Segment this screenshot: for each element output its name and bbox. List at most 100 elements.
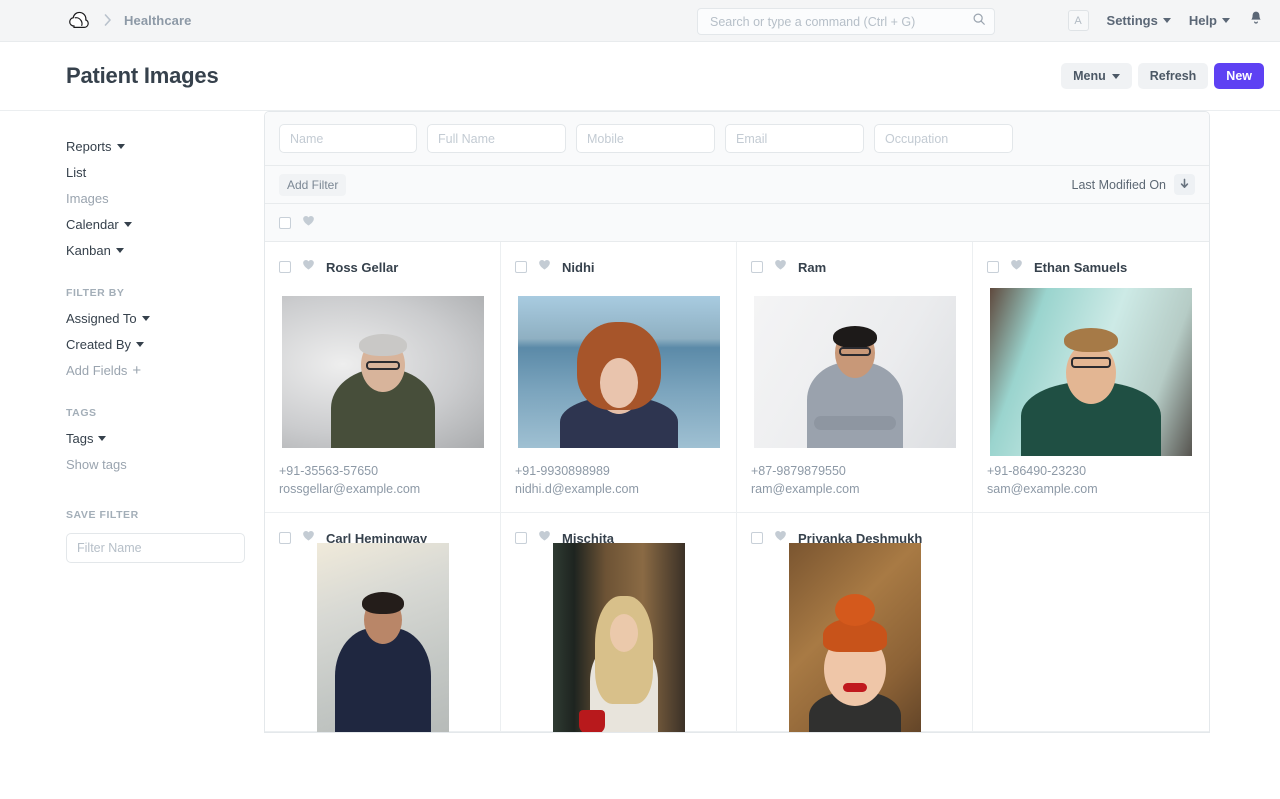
card-image-wrap — [265, 278, 500, 462]
sort-selector[interactable]: Last Modified On — [1072, 178, 1167, 192]
card-title[interactable]: Ross Gellar — [326, 260, 398, 275]
card-checkbox[interactable] — [751, 261, 763, 273]
filter-name-input[interactable] — [66, 533, 245, 563]
image-grid-row-2: Carl Hemingway Mischita — [265, 513, 1209, 732]
patient-photo[interactable] — [990, 288, 1192, 456]
image-card[interactable]: Ross Gellar +91-35563-57650 rossgellar@e… — [265, 242, 501, 513]
sidebar: Reports List Images Calendar Kanban FILT… — [0, 111, 264, 799]
sidebar-filter-assigned-to[interactable]: Assigned To — [66, 311, 150, 326]
heart-icon[interactable] — [302, 258, 315, 276]
chevron-down-icon — [116, 248, 124, 253]
image-card[interactable]: Mischita — [501, 513, 737, 732]
notification-bell-icon[interactable] — [1248, 10, 1264, 31]
filter-full-name-field[interactable] — [427, 124, 566, 153]
card-checkbox[interactable] — [279, 532, 291, 544]
sidebar-tags-dropdown[interactable]: Tags — [66, 431, 106, 446]
card-title[interactable]: Ethan Samuels — [1034, 260, 1127, 275]
patient-photo[interactable] — [518, 296, 720, 448]
page-actions: Menu Refresh New — [1061, 63, 1264, 90]
card-checkbox[interactable] — [515, 261, 527, 273]
breadcrumb-healthcare[interactable]: Healthcare — [124, 13, 191, 28]
filter-occupation-field[interactable] — [874, 124, 1013, 153]
show-tags-button[interactable]: Show tags — [66, 457, 127, 472]
settings-menu[interactable]: Settings — [1107, 13, 1171, 28]
select-all-row — [265, 204, 1209, 242]
card-title[interactable]: Ram — [798, 260, 826, 275]
heart-icon[interactable] — [538, 529, 551, 547]
avatar[interactable]: A — [1068, 10, 1089, 31]
card-email: nidhi.d@example.com — [515, 480, 722, 498]
menu-button-label: Menu — [1073, 70, 1106, 83]
arrow-down-icon — [1179, 176, 1190, 194]
patient-photo[interactable] — [282, 296, 484, 448]
card-mobile: +91-86490-23230 — [987, 462, 1195, 480]
card-meta: +91-86490-23230 sam@example.com — [973, 462, 1209, 498]
image-card[interactable]: Nidhi +91-9930898989 nidhi.d@example.com — [501, 242, 737, 513]
card-checkbox[interactable] — [987, 261, 999, 273]
select-all-checkbox[interactable] — [279, 217, 291, 229]
heart-icon[interactable] — [1010, 258, 1023, 276]
heart-icon[interactable] — [538, 258, 551, 276]
tags-heading: TAGS — [66, 407, 264, 419]
heart-icon[interactable] — [774, 529, 787, 547]
add-filter-button[interactable]: Add Filter — [279, 174, 346, 196]
card-title[interactable]: Nidhi — [562, 260, 595, 275]
add-fields-button[interactable]: Add Fields + — [66, 363, 141, 378]
card-header: Ethan Samuels — [973, 242, 1209, 278]
filter-by-heading: FILTER BY — [66, 287, 264, 299]
card-email: ram@example.com — [751, 480, 958, 498]
card-checkbox[interactable] — [515, 532, 527, 544]
image-card[interactable]: Ram +87-9879879550 ram@example. — [737, 242, 973, 513]
patient-photo[interactable] — [789, 543, 921, 734]
image-grid-row-1: Ross Gellar +91-35563-57650 rossgellar@e… — [265, 242, 1209, 513]
search-box[interactable] — [697, 8, 995, 35]
add-fields-label: Add Fields — [66, 363, 127, 378]
image-card[interactable]: Ethan Samuels +91-86490-23230 sam@exampl… — [973, 242, 1209, 513]
card-checkbox[interactable] — [751, 532, 763, 544]
card-meta: +91-9930898989 nidhi.d@example.com — [501, 462, 736, 498]
search-icon[interactable] — [972, 12, 986, 31]
tags-label: Tags — [66, 431, 93, 446]
sidebar-item-calendar[interactable]: Calendar — [66, 217, 132, 232]
image-card[interactable]: Priyanka Deshmukh — [737, 513, 973, 732]
settings-label: Settings — [1107, 13, 1158, 28]
new-button[interactable]: New — [1214, 63, 1264, 90]
menu-button[interactable]: Menu — [1061, 63, 1132, 90]
top-navbar: Healthcare A Settings Help — [0, 0, 1280, 42]
heart-icon[interactable] — [302, 529, 315, 547]
filter-mobile-field[interactable] — [576, 124, 715, 153]
refresh-button[interactable]: Refresh — [1138, 63, 1209, 90]
cloud-logo-icon[interactable] — [66, 8, 92, 34]
sort-direction-button[interactable] — [1174, 174, 1195, 195]
sidebar-filter-created-by[interactable]: Created By — [66, 337, 144, 352]
card-header: Nidhi — [501, 242, 736, 278]
card-checkbox[interactable] — [279, 261, 291, 273]
chevron-down-icon — [98, 436, 106, 441]
heart-icon[interactable] — [302, 214, 315, 232]
sidebar-item-images[interactable]: Images — [66, 191, 109, 206]
sidebar-item-reports[interactable]: Reports — [66, 139, 125, 154]
patient-photo[interactable] — [553, 543, 685, 734]
chevron-down-icon — [1222, 18, 1230, 23]
help-menu[interactable]: Help — [1189, 13, 1230, 28]
search-input[interactable] — [708, 14, 972, 30]
chevron-down-icon — [142, 316, 150, 321]
chevron-right-icon — [102, 14, 114, 28]
heart-icon[interactable] — [774, 258, 787, 276]
patient-photo[interactable] — [754, 296, 956, 448]
plus-icon: + — [132, 363, 141, 378]
patient-photo[interactable] — [317, 543, 449, 734]
sidebar-item-list[interactable]: List — [66, 165, 86, 180]
sort-controls: Last Modified On — [1072, 174, 1196, 195]
filter-email-field[interactable] — [725, 124, 864, 153]
page-title: Patient Images — [66, 63, 218, 89]
chevron-down-icon — [136, 342, 144, 347]
image-card[interactable]: Carl Hemingway — [265, 513, 501, 732]
chevron-down-icon — [124, 222, 132, 227]
sidebar-item-kanban[interactable]: Kanban — [66, 243, 124, 258]
save-filter-heading: SAVE FILTER — [66, 509, 264, 521]
filter-toolbar: Add Filter Last Modified On — [265, 166, 1209, 204]
card-header: Ram — [737, 242, 972, 278]
chevron-down-icon — [117, 144, 125, 149]
filter-name-field[interactable] — [279, 124, 417, 153]
